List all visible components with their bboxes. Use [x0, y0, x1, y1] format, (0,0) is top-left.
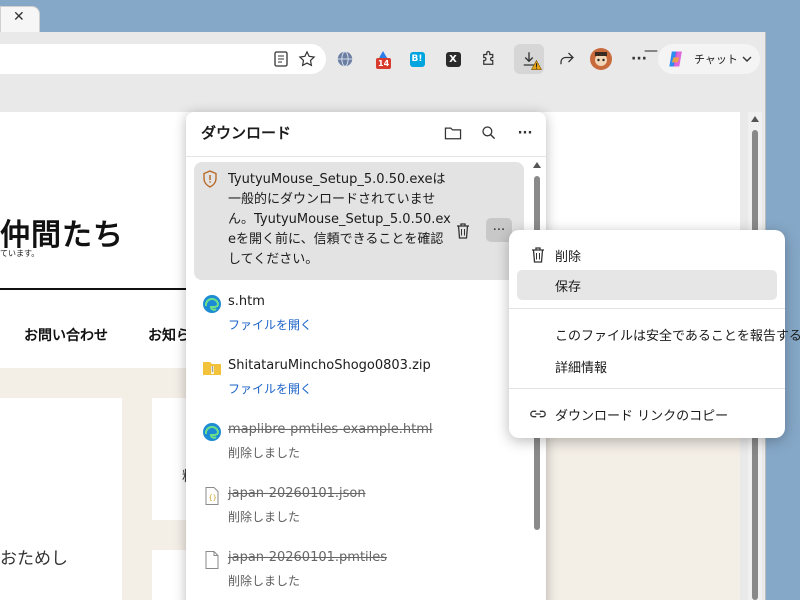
- page-subtitle: ています。: [0, 249, 40, 258]
- avatar: [590, 48, 612, 70]
- download-context-menu: 削除 保存 このファイルは安全であることを報告する 詳細情報 ダウンロード リン…: [509, 230, 800, 438]
- drive-extension-button[interactable]: 14: [370, 46, 396, 72]
- downloads-button[interactable]: [514, 44, 544, 74]
- globe-icon: [337, 51, 353, 67]
- download-status: 削除しました: [228, 446, 301, 460]
- nav-link-contact[interactable]: お問い合わせ: [24, 325, 108, 345]
- reader-mode-icon[interactable]: [274, 51, 288, 67]
- extensions-button[interactable]: [476, 46, 502, 72]
- file-icon: [205, 551, 219, 569]
- open-file-link[interactable]: ファイルを開く: [228, 380, 312, 397]
- download-warning-item[interactable]: TyutyuMouse_Setup_5.0.50.exeは一般的にダウンロードさ…: [194, 162, 524, 280]
- menu-item-report-safe[interactable]: このファイルは安全であることを報告する: [517, 319, 800, 349]
- shield-warning-icon: [203, 170, 217, 188]
- json-file-icon: {}: [205, 487, 219, 505]
- trash-icon: [532, 247, 544, 263]
- folder-icon: [444, 127, 462, 140]
- download-status: 削除しました: [228, 574, 301, 588]
- hatena-bookmark-icon: B!: [409, 51, 425, 67]
- hatena-bookmark-button[interactable]: B!: [404, 46, 430, 72]
- panel-divider: [186, 156, 546, 157]
- profile-button[interactable]: [588, 46, 614, 72]
- menu-separator: [509, 308, 785, 309]
- download-file-name: japan-20260101.json: [228, 486, 366, 501]
- download-file-name: s.htm: [228, 294, 265, 309]
- menu-item-delete[interactable]: 削除: [517, 240, 777, 270]
- share-icon: [560, 52, 574, 65]
- background-tab[interactable]: ✕: [0, 6, 40, 32]
- download-status: 削除しました: [228, 510, 301, 524]
- search-downloads-button[interactable]: [478, 122, 500, 144]
- download-file-name: ShitataruMinchoShogo0803.zip: [228, 358, 431, 373]
- zip-folder-icon: [203, 362, 221, 375]
- copilot-icon: [669, 51, 682, 67]
- more-dots-icon: ···: [631, 51, 647, 67]
- copilot-chat-button[interactable]: チャット: [658, 44, 760, 74]
- edge-icon: [203, 423, 221, 441]
- menu-item-label: 詳細情報: [555, 360, 608, 376]
- chevron-down-icon: [742, 56, 752, 62]
- open-file-link[interactable]: ファイルを開く: [228, 316, 312, 333]
- svg-text:{}: {}: [209, 494, 217, 502]
- favorite-star-icon[interactable]: [298, 50, 316, 68]
- open-downloads-folder-button[interactable]: [442, 122, 464, 144]
- search-icon: [482, 126, 496, 140]
- download-item[interactable]: {} japan-20260101.json 削除しました: [186, 482, 526, 542]
- edge-icon: [203, 295, 221, 313]
- scroll-up-icon[interactable]: [533, 162, 541, 168]
- puzzle-icon: [483, 50, 494, 65]
- menu-item-label: 削除: [555, 249, 582, 265]
- trash-icon: [457, 223, 469, 239]
- menu-item-save[interactable]: 保存: [517, 270, 777, 300]
- downloads-panel-title: ダウンロード: [201, 124, 292, 142]
- browser-toolbar: 14 B! X ··· チャット: [0, 40, 766, 78]
- menu-item-label: このファイルは安全であることを報告する: [555, 328, 800, 344]
- x-logo-icon: X: [445, 51, 461, 67]
- extension-badge: 14: [376, 58, 392, 69]
- download-file-name: maplibre-pmtiles-example.html: [228, 422, 433, 437]
- downloads-panel: ダウンロード ··· TyutyuMouse_Setup_5.0.50.exeは…: [186, 112, 546, 600]
- delete-download-button[interactable]: [452, 220, 474, 242]
- warning-badge-icon: [531, 60, 542, 70]
- download-item[interactable]: s.htm ファイルを開く: [186, 290, 526, 350]
- tab-close-icon[interactable]: ✕: [13, 9, 25, 25]
- menu-item-label: 保存: [555, 279, 582, 295]
- menu-item-copy-link[interactable]: ダウンロード リンクのコピー: [517, 399, 777, 429]
- link-icon: [530, 410, 546, 418]
- menu-separator: [509, 388, 785, 389]
- page-body-text: おためし: [0, 549, 68, 569]
- more-dots-icon: ···: [492, 222, 506, 238]
- menu-item-details[interactable]: 詳細情報: [517, 351, 777, 381]
- content-card[interactable]: [0, 398, 122, 600]
- vpn-extension-button[interactable]: [332, 46, 358, 72]
- settings-more-button[interactable]: ···: [626, 46, 652, 72]
- share-button[interactable]: [554, 46, 580, 72]
- x-extension-button[interactable]: X: [440, 46, 466, 72]
- download-item[interactable]: japan-20260101.pmtiles 削除しました: [186, 546, 526, 600]
- address-bar[interactable]: [0, 44, 326, 74]
- download-item[interactable]: maplibre-pmtiles-example.html 削除しました: [186, 418, 526, 478]
- nav-link-news[interactable]: お知ら: [148, 325, 190, 345]
- download-file-name: japan-20260101.pmtiles: [228, 550, 388, 565]
- downloads-more-button[interactable]: ···: [514, 122, 536, 144]
- download-item[interactable]: ShitataruMinchoShogo0803.zip ファイルを開く: [186, 354, 526, 414]
- download-warning-text: TyutyuMouse_Setup_5.0.50.exeは一般的にダウンロードさ…: [228, 172, 451, 267]
- copilot-label: チャット: [694, 53, 738, 66]
- scroll-up-icon[interactable]: [751, 116, 759, 122]
- more-dots-icon: ···: [517, 125, 533, 141]
- menu-item-label: ダウンロード リンクのコピー: [555, 408, 729, 424]
